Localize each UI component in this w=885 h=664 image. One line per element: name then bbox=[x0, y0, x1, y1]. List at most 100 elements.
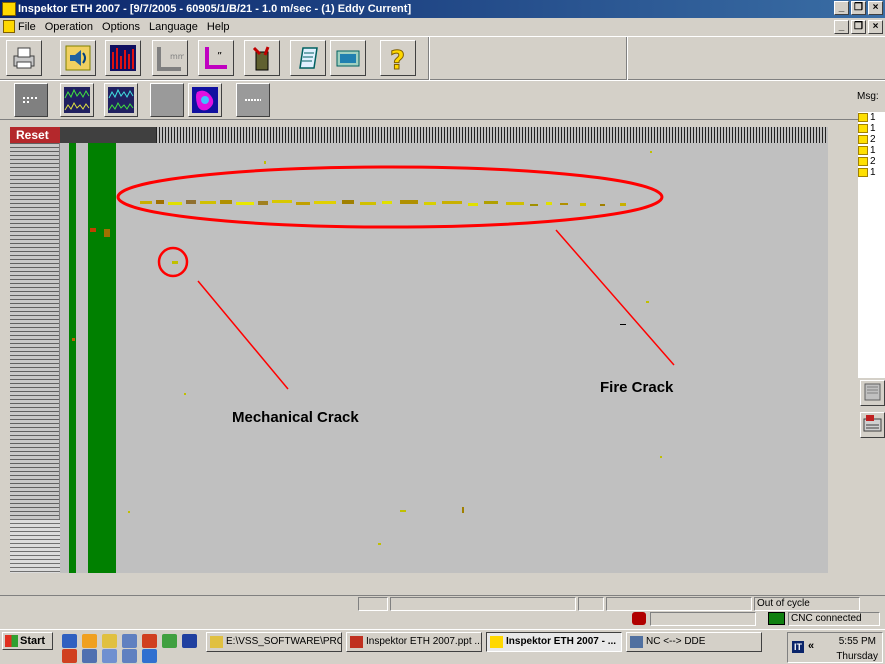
clock-time[interactable]: 5:55 PM bbox=[839, 636, 876, 647]
desktop-icon[interactable] bbox=[122, 634, 137, 648]
sound-button[interactable] bbox=[60, 40, 96, 76]
help-question-icon: ? bbox=[390, 46, 406, 73]
menu-language[interactable]: Language bbox=[149, 21, 198, 33]
cnc-status: CNC connected bbox=[788, 612, 880, 626]
messages-area bbox=[858, 188, 885, 378]
keypad-icon bbox=[336, 50, 360, 67]
doc-close-button[interactable]: × bbox=[868, 20, 883, 34]
document-icon[interactable] bbox=[3, 20, 15, 33]
system-tray: IT « 5:55 PM Thursday bbox=[787, 632, 883, 663]
menu-bar: File Operation Options Language Help _ ❐… bbox=[0, 18, 885, 36]
mechanical-crack-label: Mechanical Crack bbox=[232, 409, 359, 426]
status-bar: Out of cycle CNC connected bbox=[0, 595, 885, 629]
message-item[interactable]: 1 bbox=[858, 167, 885, 178]
mm-scale-button[interactable]: mm bbox=[152, 40, 188, 76]
signal-chart-icon bbox=[108, 87, 134, 113]
document-controls: _ ❐ × bbox=[834, 20, 883, 34]
status-panel bbox=[578, 597, 604, 611]
window-icon[interactable] bbox=[122, 649, 137, 663]
vertical-ruler-lower bbox=[10, 519, 60, 573]
messages-list[interactable]: 1 1 2 1 2 1 bbox=[858, 112, 885, 188]
start-button[interactable]: Start bbox=[2, 632, 53, 650]
tools-button[interactable] bbox=[244, 40, 280, 76]
cnc-icon bbox=[768, 612, 785, 625]
signal-chart-button[interactable] bbox=[104, 83, 138, 117]
outlook-icon[interactable] bbox=[82, 634, 97, 648]
close-button[interactable]: × bbox=[868, 1, 883, 15]
message-item[interactable]: 1 bbox=[858, 123, 885, 134]
c-scan-plot[interactable]: Mechanical Crack Fire Crack bbox=[60, 143, 828, 573]
scattered-signals bbox=[72, 151, 662, 545]
panel-button[interactable] bbox=[860, 380, 885, 406]
messenger-icon[interactable] bbox=[142, 634, 157, 648]
inch-scale-button[interactable]: ” bbox=[198, 40, 234, 76]
horizontal-ruler bbox=[156, 127, 828, 143]
record-button[interactable] bbox=[860, 412, 885, 438]
multi-channel-icon bbox=[64, 87, 90, 113]
doc-restore-button[interactable]: ❐ bbox=[851, 20, 866, 34]
warning-icon bbox=[858, 157, 868, 166]
warning-icon bbox=[858, 135, 868, 144]
window-icon[interactable] bbox=[102, 649, 117, 663]
menu-operation[interactable]: Operation bbox=[45, 21, 93, 33]
blank-view-button[interactable] bbox=[150, 83, 184, 117]
message-item[interactable]: 2 bbox=[858, 134, 885, 145]
print-button[interactable] bbox=[6, 40, 42, 76]
doc-minimize-button[interactable]: _ bbox=[834, 20, 849, 34]
ie-icon[interactable] bbox=[142, 649, 157, 663]
ruler-inch-icon: ” bbox=[205, 47, 227, 69]
network-icon[interactable] bbox=[162, 634, 177, 648]
message-item[interactable]: 1 bbox=[858, 145, 885, 156]
map-view-button[interactable] bbox=[188, 83, 222, 117]
mechanical-crack-pointer bbox=[197, 280, 289, 390]
language-indicator[interactable]: IT bbox=[792, 641, 804, 653]
points-view-button[interactable] bbox=[236, 83, 270, 117]
view-toolbar bbox=[0, 80, 885, 120]
dotted-line-icon bbox=[245, 99, 261, 101]
status-panel bbox=[358, 597, 388, 611]
message-item[interactable]: 2 bbox=[858, 156, 885, 167]
title-bar: Inspektor ETH 2007 - [9/7/2005 - 60905/1… bbox=[0, 0, 885, 18]
multi-chart-button[interactable] bbox=[60, 83, 94, 117]
notes-button[interactable] bbox=[290, 40, 326, 76]
reset-button[interactable]: Reset bbox=[10, 127, 60, 143]
folder-icon bbox=[210, 636, 223, 648]
ie-icon[interactable] bbox=[62, 634, 77, 648]
message-item[interactable]: 1 bbox=[858, 112, 885, 123]
windows-logo-icon bbox=[5, 635, 18, 647]
main-toolbar: mm ” ? bbox=[0, 36, 885, 81]
printer-list-icon bbox=[863, 415, 882, 432]
dde-icon bbox=[630, 636, 643, 648]
svg-text:?: ? bbox=[390, 46, 405, 72]
help-button[interactable]: ? bbox=[380, 40, 416, 76]
folder-icon[interactable] bbox=[102, 634, 117, 648]
app-icon[interactable] bbox=[2, 2, 16, 16]
messenger-icon[interactable] bbox=[62, 649, 77, 663]
menu-help[interactable]: Help bbox=[207, 21, 230, 33]
spectrum-button[interactable] bbox=[105, 40, 141, 76]
task-dde[interactable]: NC <--> DDE bbox=[626, 632, 762, 652]
window-icon[interactable] bbox=[82, 649, 97, 663]
menu-options[interactable]: Options bbox=[102, 21, 140, 33]
printer-icon bbox=[13, 47, 35, 69]
taskbar: Start E:\VSS_SOFTWARE\PRO... Inspektor E… bbox=[0, 629, 885, 664]
fire-crack-signals bbox=[140, 200, 626, 206]
fire-crack-pointer bbox=[555, 229, 675, 366]
vertical-ruler bbox=[10, 143, 60, 573]
keyboard-button[interactable] bbox=[330, 40, 366, 76]
menu-file[interactable]: File bbox=[18, 21, 36, 33]
show-hidden-icons-button[interactable]: « bbox=[808, 640, 814, 652]
window-title: Inspektor ETH 2007 - [9/7/2005 - 60905/1… bbox=[18, 3, 412, 15]
minimize-button[interactable]: _ bbox=[834, 1, 849, 15]
cycle-status: Out of cycle bbox=[754, 597, 860, 611]
monitor-icon bbox=[864, 383, 881, 401]
app-icon[interactable] bbox=[182, 634, 197, 648]
grid-view-button[interactable] bbox=[14, 83, 48, 117]
restore-button[interactable]: ❐ bbox=[851, 1, 866, 15]
task-inspektor[interactable]: Inspektor ETH 2007 - ... bbox=[486, 632, 622, 652]
task-powerpoint[interactable]: Inspektor ETH 2007.ppt ... bbox=[346, 632, 482, 652]
status-panel bbox=[390, 597, 576, 611]
powerpoint-icon bbox=[350, 636, 363, 648]
task-folder[interactable]: E:\VSS_SOFTWARE\PRO... bbox=[206, 632, 342, 652]
notepad-icon bbox=[299, 47, 318, 69]
